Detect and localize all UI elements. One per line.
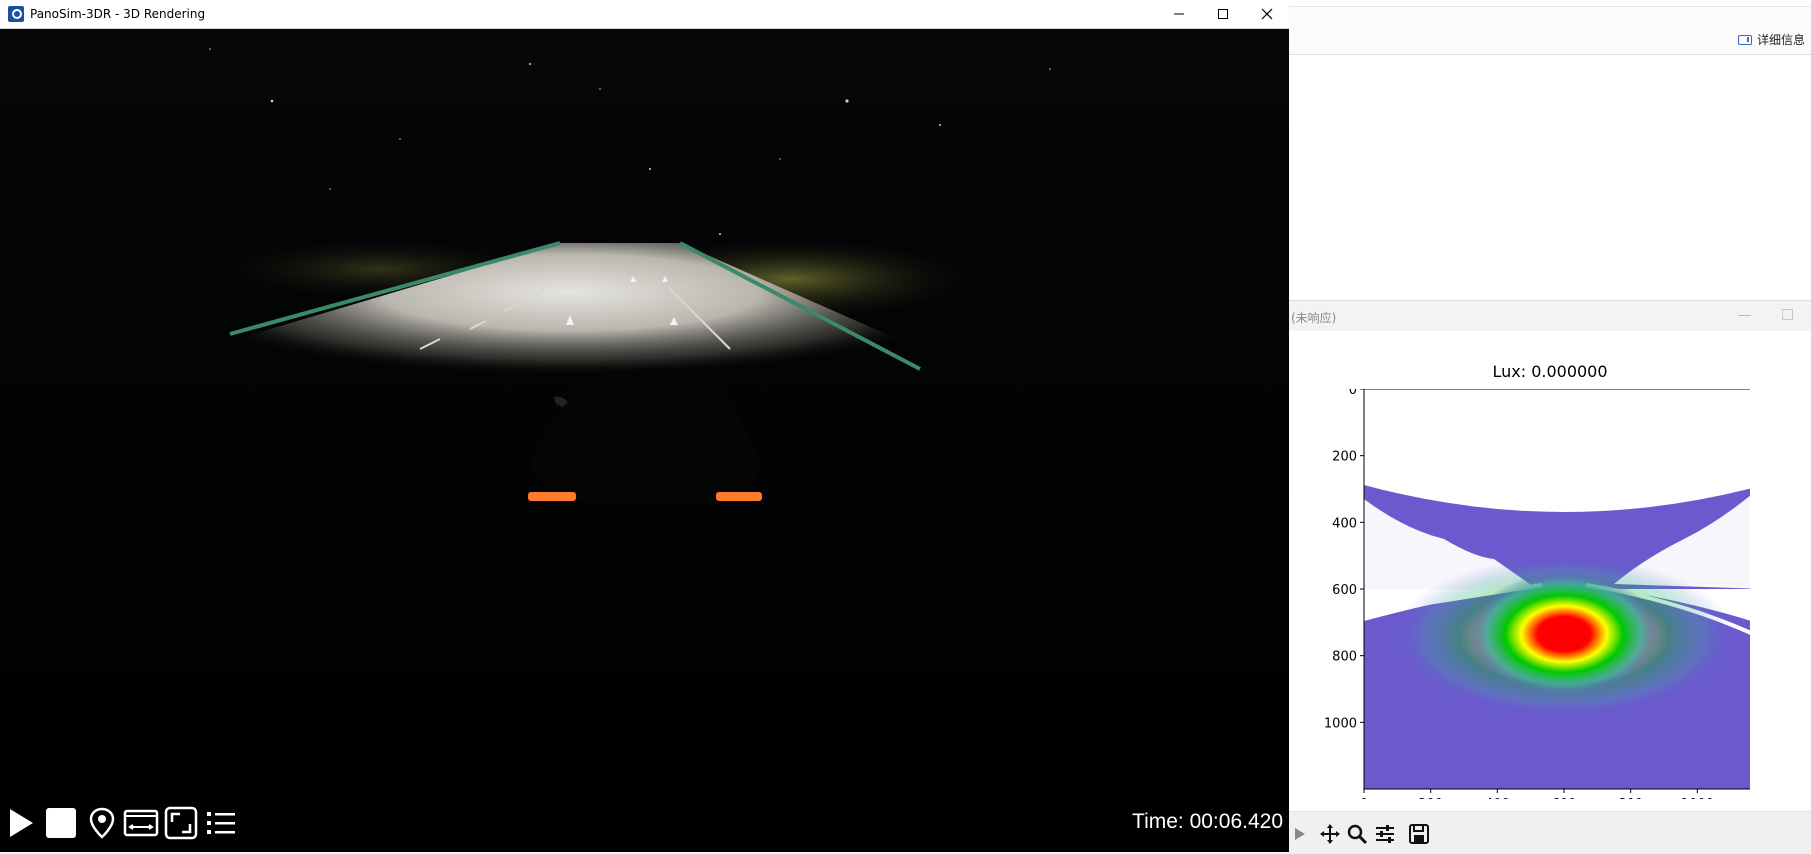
save-icon[interactable]	[1407, 822, 1431, 846]
window-title: PanoSim-3DR - 3D Rendering	[30, 7, 206, 21]
location-pin-icon[interactable]	[85, 806, 119, 840]
minimize-icon[interactable]	[1157, 0, 1201, 28]
terminal-icon[interactable]	[123, 806, 159, 840]
zoom-icon[interactable]	[1345, 822, 1369, 846]
left-taillight	[528, 492, 576, 501]
close-icon[interactable]	[1245, 0, 1289, 28]
lux-hotspot	[1469, 572, 1659, 696]
stop-icon[interactable]	[44, 806, 78, 840]
configure-icon[interactable]	[1373, 822, 1397, 846]
panosim-window: PanoSim-3DR - 3D Rendering Time: 00:06.4…	[0, 0, 1289, 852]
y-tick-label: 200	[1332, 450, 1357, 465]
fullscreen-icon[interactable]	[164, 806, 198, 840]
play-icon[interactable]	[6, 806, 36, 840]
y-tick-label: 800	[1332, 650, 1357, 665]
y-tick-label: 0	[1349, 389, 1357, 398]
x-axis-ticks: 0 200 400 600 800 1000	[1360, 789, 1714, 799]
y-tick-label: 400	[1332, 516, 1357, 531]
figure-toolbar	[1289, 811, 1811, 854]
render-viewport[interactable]: Time: 00:06.420	[0, 29, 1289, 852]
simulation-time: Time: 00:06.420	[1132, 810, 1283, 833]
y-axis-ticks: 0 200 400 600 800 1000	[1324, 389, 1364, 731]
y-tick-label: 600	[1332, 583, 1357, 598]
y-tick-label: 1000	[1324, 716, 1357, 731]
main-titlebar: PanoSim-3DR - 3D Rendering	[0, 0, 1289, 29]
list-icon[interactable]	[204, 806, 238, 840]
plot-title: Lux: 0.000000	[1492, 362, 1608, 381]
maximize-icon[interactable]	[1782, 309, 1793, 320]
background-app-header: 详细信息	[1289, 6, 1811, 55]
detail-info-button[interactable]: 详细信息	[1737, 31, 1805, 48]
panel-icon	[1737, 34, 1752, 45]
pan-icon[interactable]	[1318, 822, 1342, 846]
panosim-app-icon	[8, 6, 24, 22]
x-tick-label: 1000	[1681, 797, 1714, 799]
maximize-icon[interactable]	[1201, 0, 1245, 28]
right-taillight	[716, 492, 762, 501]
night-road-scene	[0, 29, 1289, 852]
x-tick-label: 400	[1485, 797, 1510, 799]
minimize-icon[interactable]: —	[1738, 307, 1751, 322]
x-tick-label: 200	[1418, 797, 1443, 799]
figure-titlebar: (未响应) —	[1289, 301, 1811, 331]
forward-icon[interactable]	[1291, 822, 1315, 846]
heatmap-plot: 0 200 400 600 800 1000 0 200 400 600 800 1000	[1324, 389, 1750, 799]
figure-window: (未响应) — Lux: 0.000000 0 200 400 600 800 …	[1289, 300, 1811, 854]
figure-window-title: (未响应)	[1291, 311, 1337, 325]
x-tick-label: 0	[1360, 797, 1368, 799]
x-tick-label: 600	[1552, 797, 1577, 799]
detail-info-label: 详细信息	[1756, 33, 1805, 47]
x-tick-label: 800	[1618, 797, 1643, 799]
